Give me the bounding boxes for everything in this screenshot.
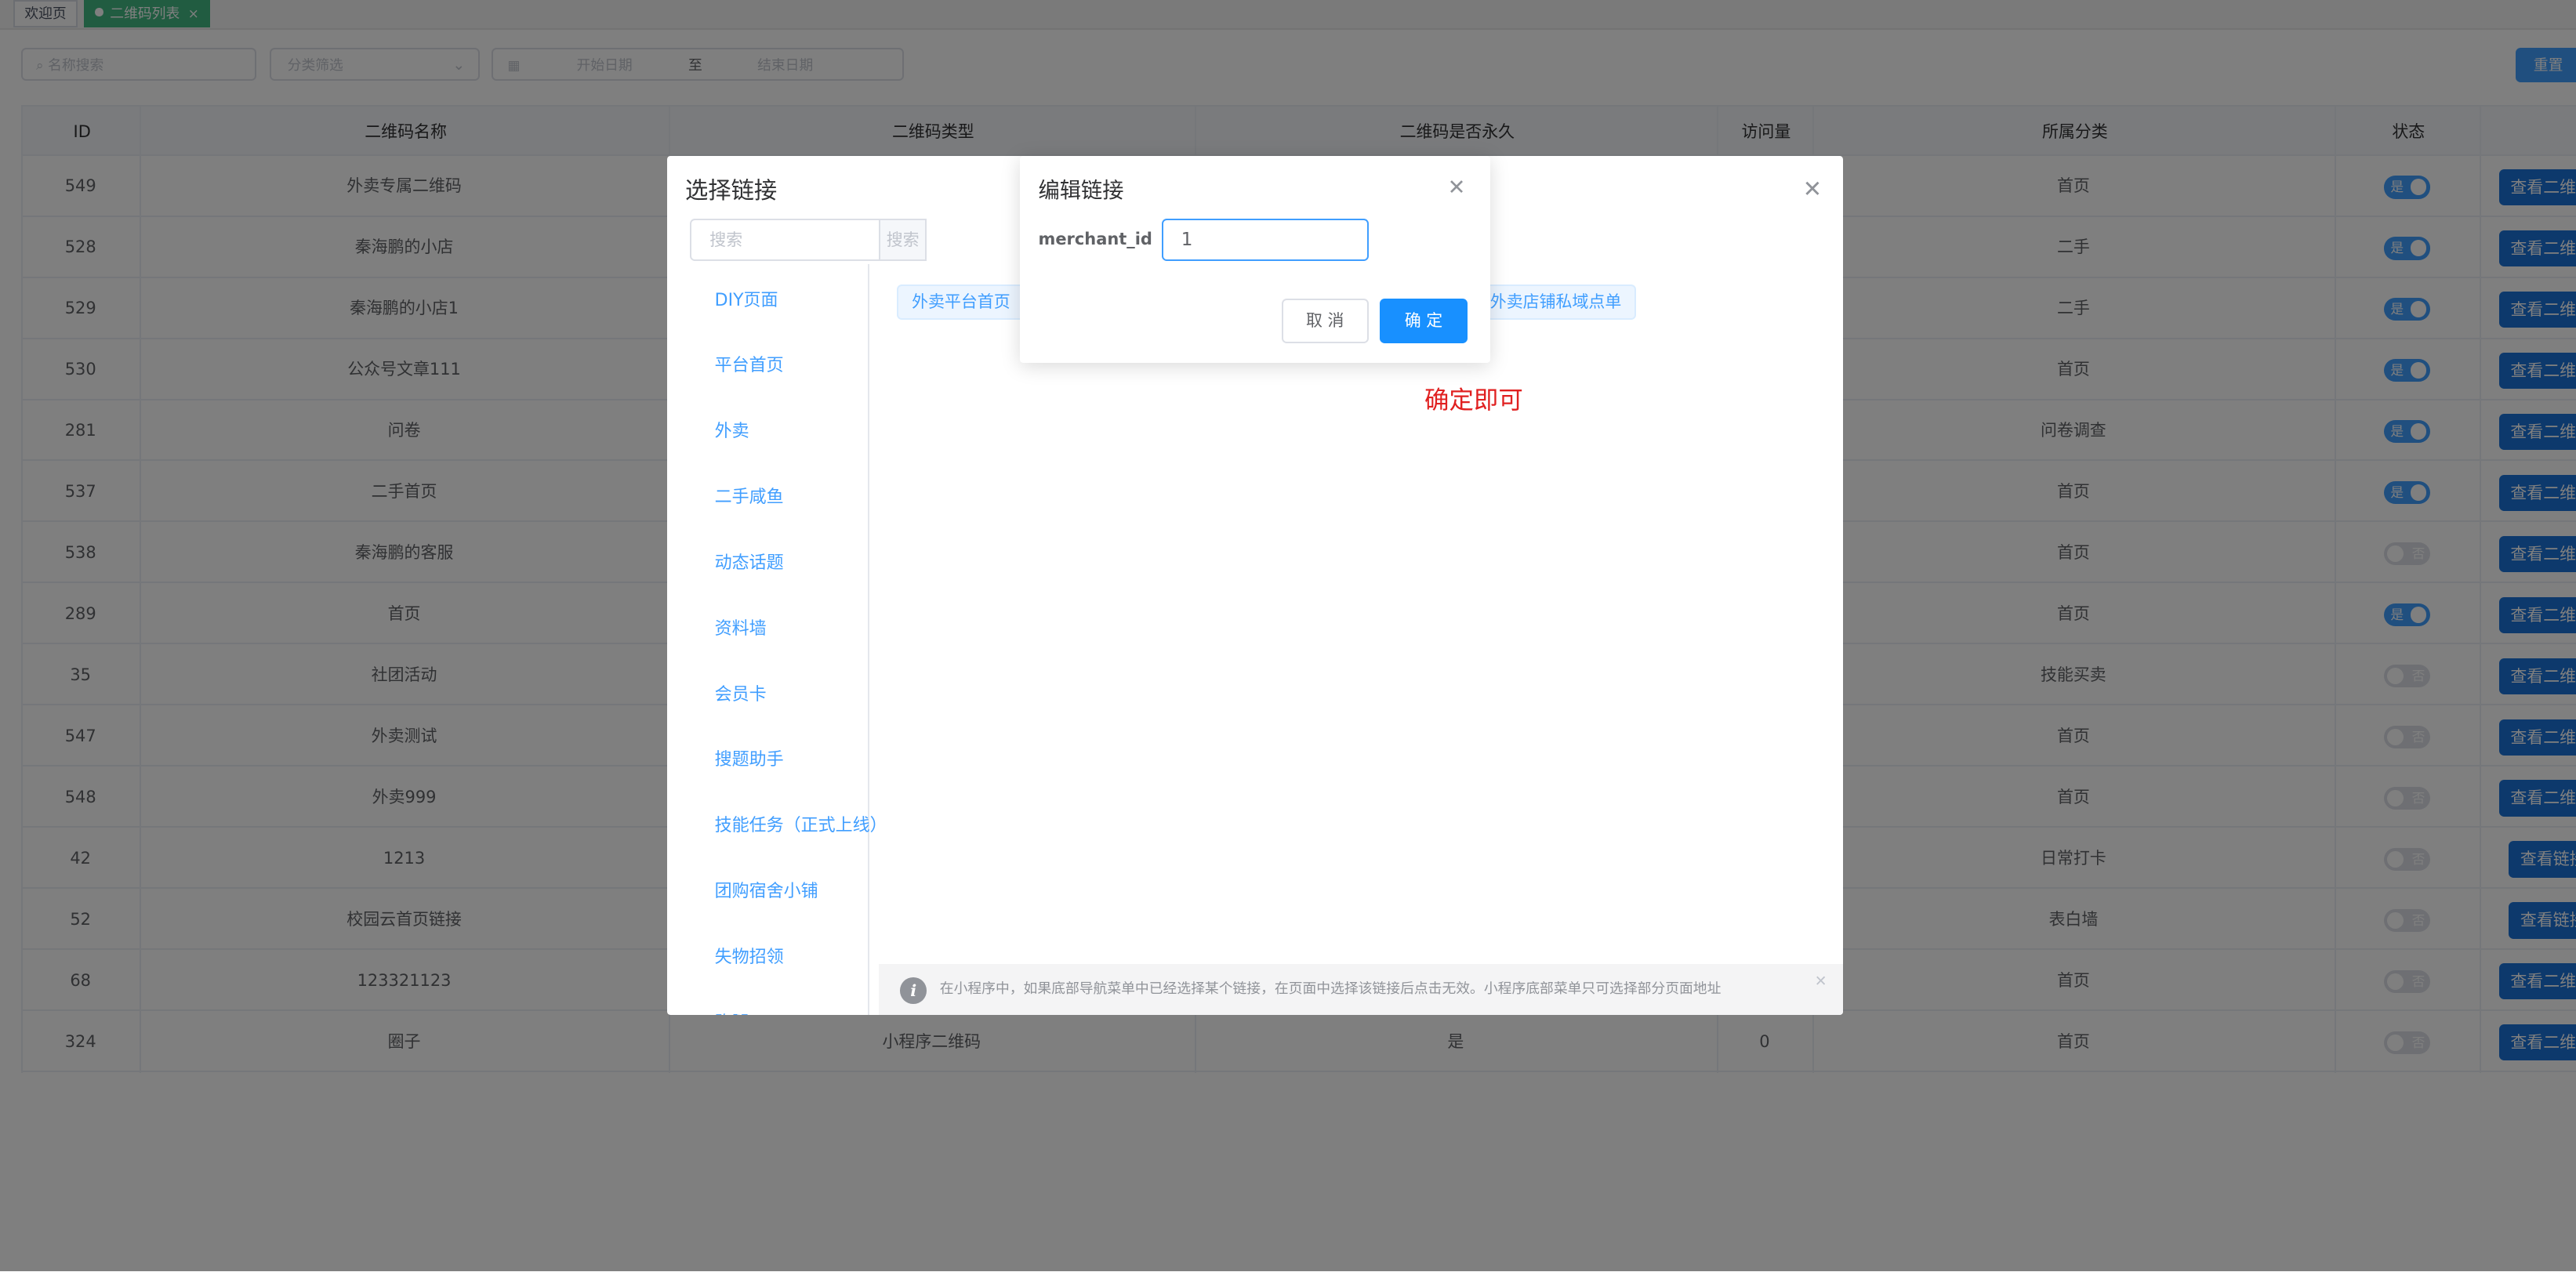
edit-link-title: 编辑链接 [1038, 179, 1124, 204]
edit-link-dialog: 编辑链接 ✕ merchant_id 1 取 消 确 定 [1020, 156, 1490, 364]
link-menu-item[interactable]: 技能任务（正式上线） [715, 811, 887, 836]
link-menu-item[interactable]: 团购宿舍小铺 [715, 877, 818, 902]
close-icon[interactable]: ✕ [1803, 176, 1823, 202]
link-menu-item[interactable]: 失物招领 [715, 943, 784, 968]
link-menu-item[interactable]: 二手咸鱼 [715, 483, 784, 508]
select-link-title: 选择链接 [684, 177, 778, 205]
close-alert-icon[interactable]: ✕ [1815, 973, 1827, 990]
link-menu-item[interactable]: 搜题助手 [715, 745, 784, 770]
link-chip-private-order[interactable]: 外卖店铺私域点单 [1475, 284, 1637, 321]
cancel-button[interactable]: 取 消 [1281, 299, 1369, 343]
link-menu-item[interactable]: 动态话题 [715, 549, 784, 574]
link-menu-item[interactable]: 跑腿 [715, 1009, 749, 1015]
link-menu-item[interactable]: DIY页面 [715, 286, 778, 311]
link-search-input[interactable]: 搜索 [690, 218, 881, 262]
annotation-text: 确定即可 [1424, 386, 1523, 415]
merchant-id-label: merchant_id [1038, 230, 1152, 249]
menu-divider [867, 264, 869, 1016]
merchant-id-input[interactable]: 1 [1161, 218, 1369, 262]
app-root: 欢迎页 二维码列表× ⌕ 名称搜索 分类筛选 ⌄ ▦ 开始日期 至 结束日期 重… [0, 0, 2576, 1272]
link-menu-item[interactable]: 资料墙 [715, 614, 767, 640]
link-menu-item[interactable]: 平台首页 [715, 351, 784, 376]
info-icon: i [900, 977, 927, 1004]
link-menu-item[interactable]: 会员卡 [715, 680, 767, 705]
close-icon[interactable]: ✕ [1448, 176, 1466, 200]
ok-button[interactable]: 确 定 [1380, 299, 1468, 343]
info-alert: i 在小程序中，如果底部导航菜单中已经选择某个链接，在页面中选择该链接后点击无效… [879, 964, 1844, 1016]
info-text: 在小程序中，如果底部导航菜单中已经选择某个链接，在页面中选择该链接后点击无效。小… [939, 980, 1722, 998]
link-menu-item[interactable]: 外卖 [715, 417, 749, 442]
link-search-button[interactable]: 搜索 [880, 218, 927, 262]
link-chip-waimai-home[interactable]: 外卖平台首页 [897, 284, 1025, 321]
